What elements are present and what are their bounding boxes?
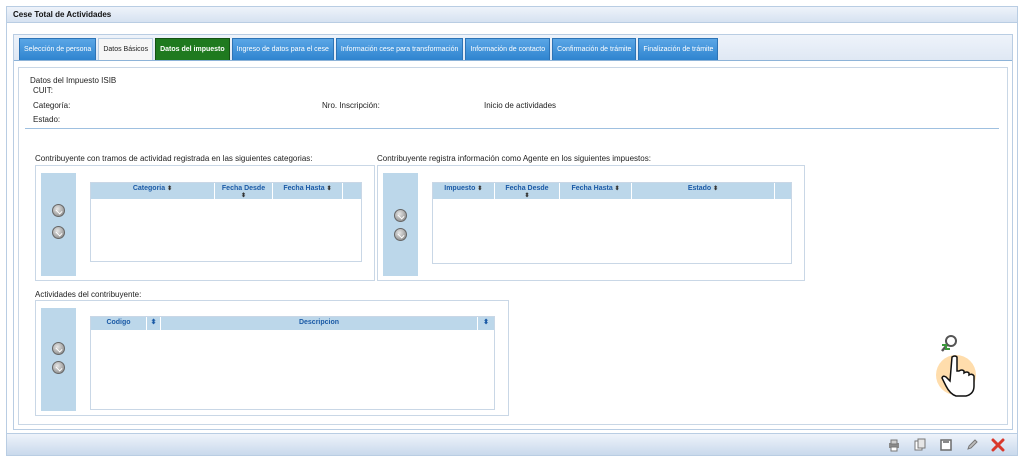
agente-panel-title: Contribuyente registra información como … [377,154,651,163]
column-header[interactable]: Categoria ⬍ [91,183,215,199]
column-header[interactable]: Fecha Desde ⬍ [495,183,561,199]
column-header[interactable]: Fecha Hasta ⬍ [560,183,632,199]
sort-icon: ⬍ [326,186,332,192]
tab-datos-basicos[interactable]: Datos Básicos [98,38,154,60]
column-header[interactable]: Fecha Desde ⬍ [215,183,273,199]
agente-grid: Impuesto ⬍ Fecha Desde ⬍ Fecha Hasta ⬍ Es… [432,182,792,264]
sort-icon[interactable]: ⬍ [478,317,494,330]
agente-side-bar [383,173,418,276]
remove-row-icon[interactable] [52,226,65,239]
actividades-grid: Codigo ⬍ Descripcion ⬍ [90,316,495,410]
print-icon[interactable] [887,438,901,452]
sort-icon[interactable]: ⬍ [147,317,161,330]
save-icon[interactable] [939,438,953,452]
tab-ingreso-datos-cese[interactable]: Ingreso de datos para el cese [231,38,334,60]
add-row-icon[interactable] [52,342,65,355]
categorias-grid: Categoria ⬍ Fecha Desde ⬍ Fecha Hasta ⬍ [90,182,362,262]
column-header[interactable]: Impuesto ⬍ [433,183,495,199]
tab-informacion-contacto[interactable]: Información de contacto [465,38,551,60]
column-header[interactable]: Descripcion [161,317,478,330]
pointer-overlay [932,333,982,399]
bottom-toolbar [7,433,1017,455]
inicio-actividades-label: Inicio de actividades [484,101,557,110]
remove-row-icon[interactable] [394,228,407,241]
separator [25,128,999,129]
tab-seleccion-persona[interactable]: Selección de persona [19,38,97,60]
categorias-side-bar [41,173,76,276]
column-header[interactable]: Codigo [91,317,147,330]
main-window: Cese Total de Actividades Selección de p… [6,6,1018,456]
tab-container: Selección de persona Datos Básicos Datos… [13,34,1013,430]
section-title: Datos del Impuesto ISIB [30,76,117,85]
tab-strip: Selección de persona Datos Básicos Datos… [14,35,1012,61]
actividades-panel: Codigo ⬍ Descripcion ⬍ [35,300,509,416]
edit-icon[interactable] [965,438,979,452]
cuit-label: CUIT: [33,86,53,95]
sort-icon: ⬍ [240,193,247,199]
estado-label: Estado: [33,115,61,124]
tab-confirmacion-tramite[interactable]: Confirmación de trámite [552,38,637,60]
tab-datos-impuesto[interactable]: Datos del impuesto [155,38,230,60]
column-header[interactable]: Fecha Hasta ⬍ [273,183,343,199]
tab-finalizacion-tramite[interactable]: Finalización de trámite [638,38,719,60]
categoria-label: Categoría: [33,101,71,110]
sort-icon: ⬍ [614,186,620,192]
actividades-grid-header: Codigo ⬍ Descripcion ⬍ [91,317,494,330]
add-row-icon[interactable] [394,209,407,222]
actividades-side-bar [41,308,76,411]
categorias-grid-header: Categoria ⬍ Fecha Desde ⬍ Fecha Hasta ⬍ [91,183,361,199]
tab-content: Datos del Impuesto ISIB CUIT: Categoría:… [18,67,1008,425]
categorias-panel-title: Contribuyente con tramos de actividad re… [35,154,313,163]
window-title: Cese Total de Actividades [7,7,1017,23]
agente-grid-header: Impuesto ⬍ Fecha Desde ⬍ Fecha Hasta ⬍ Es… [433,183,791,199]
column-header[interactable]: Estado ⬍ [632,183,776,199]
nro-inscripcion-label: Nro. Inscripción: [322,101,380,110]
close-icon[interactable] [991,438,1005,452]
sort-icon: ⬍ [167,186,173,192]
sort-icon: ⬍ [524,193,530,199]
actividades-panel-title: Actividades del contribuyente: [35,290,142,299]
categorias-panel: Categoria ⬍ Fecha Desde ⬍ Fecha Hasta ⬍ [35,165,375,281]
hand-cursor-icon [936,355,976,397]
sort-icon: ⬍ [713,186,719,192]
tab-informacion-cese-transformacion[interactable]: Información cese para transformación [335,38,464,60]
copy-icon[interactable] [913,438,927,452]
agente-panel: Impuesto ⬍ Fecha Desde ⬍ Fecha Hasta ⬍ Es… [377,165,805,281]
sort-icon: ⬍ [477,186,483,192]
add-row-icon[interactable] [52,204,65,217]
remove-row-icon[interactable] [52,361,65,374]
